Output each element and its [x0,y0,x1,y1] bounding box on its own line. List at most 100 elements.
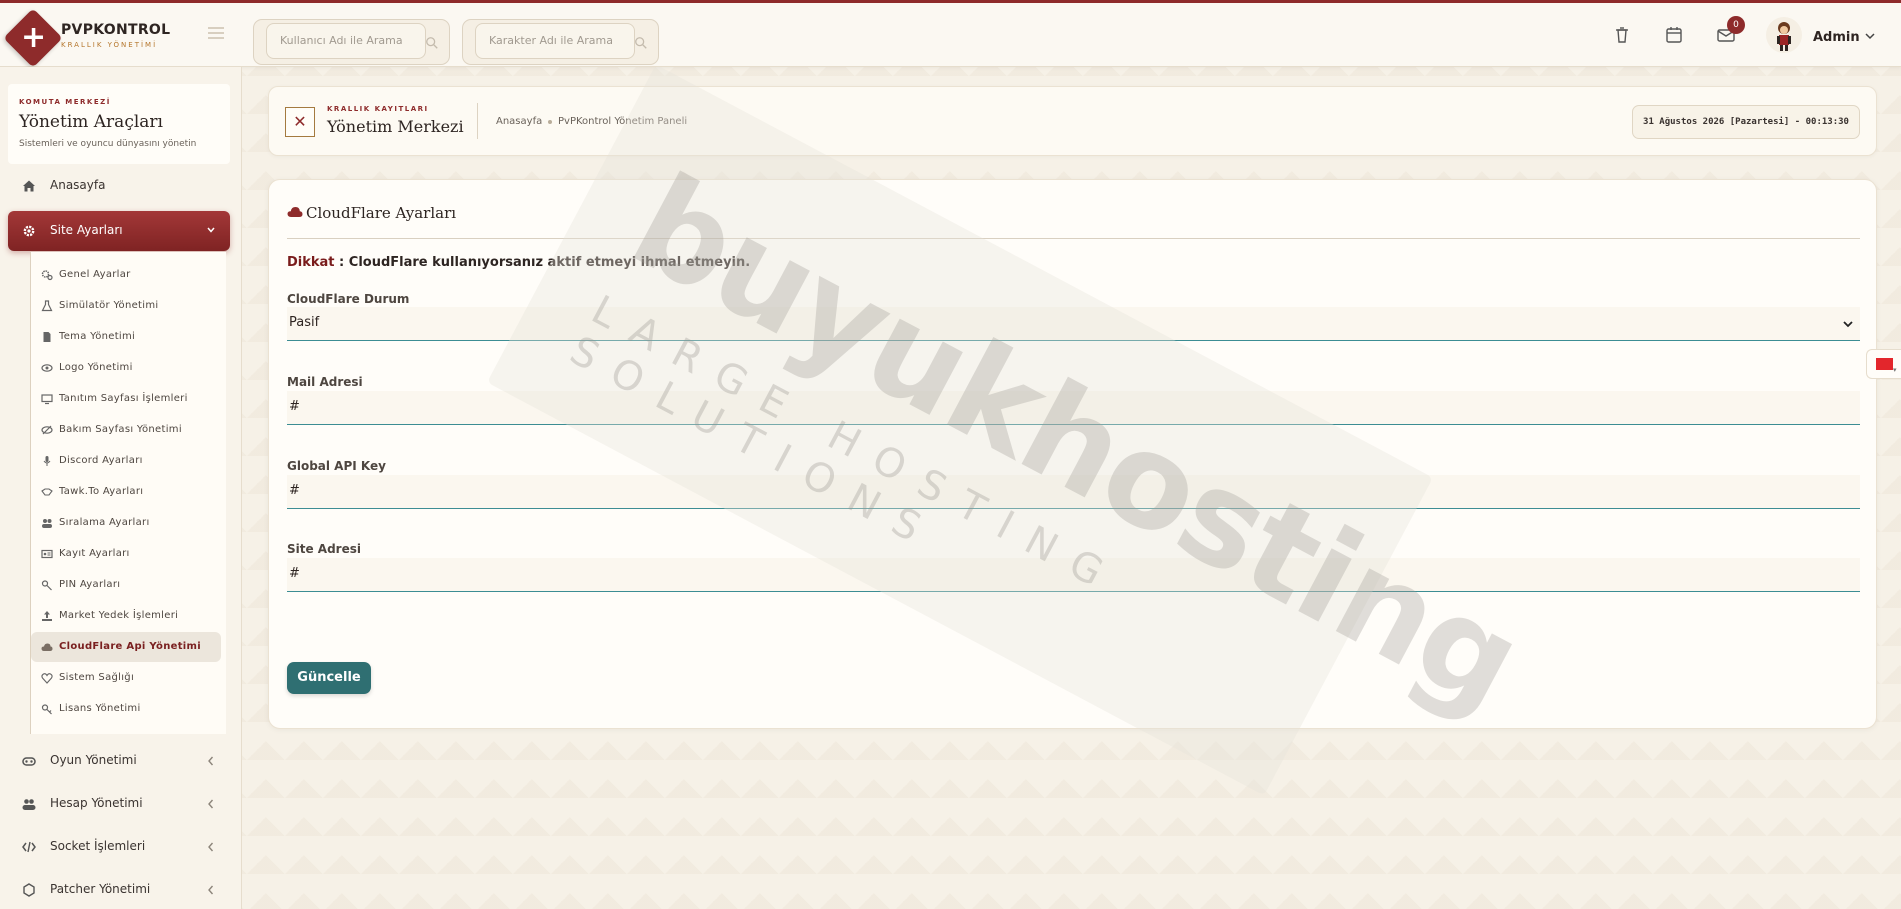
submenu-item-maintenance-page[interactable]: Bakım Sayfası Yönetimi [31,415,221,445]
submenu-label: Logo Yönetimi [59,362,133,373]
cloud-icon [41,643,53,651]
avatar[interactable] [1766,17,1802,53]
submenu-item-ranking[interactable]: Sıralama Ayarları [31,508,221,538]
submenu-item-registration[interactable]: Kayıt Ayarları [31,539,221,569]
sidebar-item-socket[interactable]: Socket İşlemleri [8,828,230,866]
handshake-icon [41,488,53,496]
chevron-left-icon [208,756,214,766]
language-switcher[interactable]: ▾ [1866,349,1901,379]
sidebar-item-label: Oyun Yönetimi [50,753,137,767]
notification-badge: 0 [1727,16,1745,34]
gamepad-icon [22,757,36,766]
global-api-key-input[interactable]: # [287,475,1860,509]
id-card-icon [41,549,53,559]
submenu-item-cloudflare[interactable]: CloudFlare Api Yönetimi [31,632,221,662]
license-key-icon [41,704,52,715]
page-title: Yönetim Merkezi [327,117,464,136]
chevron-down-icon[interactable] [1864,30,1876,42]
command-subtitle: Sistemleri ve oyuncu dünyasını yönetin [19,139,197,149]
cloud-icon [287,207,303,217]
sidebar-item-site-settings[interactable]: Site Ayarları [8,211,230,251]
site-address-input[interactable]: # [287,558,1860,592]
command-tag: KOMUTA MERKEZİ [19,98,111,106]
sidebar-item-home[interactable]: Anasayfa [8,167,230,205]
command-center-box: KOMUTA MERKEZİ Yönetim Araçları Sistemle… [8,84,230,164]
warning-lead: Dikkat [287,255,335,270]
top-bar: + PVPKONTROL KRALLIK YÖNETİMİ Kullanıcı … [0,0,1901,68]
header-tag: KRALLIK KAYITLARI [327,105,429,113]
global-api-key-label: Global API Key [287,459,386,473]
user-search-input[interactable]: Kullanıcı Adı ile Arama [266,23,426,59]
submenu-item-pin[interactable]: PIN Ayarları [31,570,221,600]
eye-icon [41,364,53,372]
submenu-label: Tema Yönetimi [59,331,136,342]
chevron-left-icon [208,799,214,809]
datetime-display: 31 Ağustos 2026 [Pazartesi] - 00:13:30 [1632,105,1860,139]
close-icon[interactable]: ✕ [285,107,315,137]
monitor-icon [41,394,53,405]
microphone-icon [43,456,51,466]
warning-message: Dikkat : CloudFlare kullanıyorsanız akti… [287,255,750,270]
brand-title: PVPKONTROL [61,22,171,38]
submenu-item-system-health[interactable]: Sistem Sağlığı [31,663,221,693]
menu-toggle-icon[interactable] [208,27,224,39]
chevron-left-icon [208,885,214,895]
submenu-item-general-settings[interactable]: Genel Ayarlar [31,260,221,290]
sidebar-item-game-management[interactable]: Oyun Yönetimi [8,742,230,780]
page-header-card: ✕ KRALLIK KAYITLARI Yönetim Merkezi Anas… [268,86,1877,156]
breadcrumb-current: PvPKontrol Yönetim Paneli [558,116,688,127]
submenu-item-intro-page[interactable]: Tanıtım Sayfası İşlemleri [31,384,221,414]
warning-text: : CloudFlare kullanıyorsanız aktif etmey… [334,255,751,270]
search-icon[interactable] [425,36,439,50]
sidebar-item-label: Patcher Yönetimi [50,882,151,896]
submenu-item-market-backup[interactable]: Market Yedek İşlemleri [31,601,221,631]
upload-icon [42,611,52,621]
brand-plus-icon: + [21,20,47,55]
home-icon [23,180,35,192]
submenu-label: Lisans Yönetimi [59,703,141,714]
patcher-icon [23,883,35,897]
submenu-label: CloudFlare Api Yönetimi [59,641,201,652]
trash-icon[interactable] [1612,25,1632,45]
cloudflare-status-value: Pasif [289,315,320,330]
key-icon [41,580,52,591]
submenu-item-theme[interactable]: Tema Yönetimi [31,322,221,352]
sidebar-item-label: Anasayfa [50,178,106,192]
submenu-item-discord[interactable]: Discord Ayarları [31,446,221,476]
turkey-flag-icon [1876,358,1893,370]
character-search-input[interactable]: Karakter Adı ile Arama [475,23,635,59]
search-icon[interactable] [634,36,648,50]
sidebar-item-label: Hesap Yönetimi [50,796,143,810]
submenu-item-license[interactable]: Lisans Yönetimi [31,694,221,724]
update-button[interactable]: Güncelle [287,662,371,694]
brand-logo[interactable]: + PVPKONTROL KRALLIK YÖNETİMİ [3,8,240,68]
chevron-down-icon [1843,321,1853,328]
chevron-down-icon: ▾ [1893,366,1897,374]
heartbeat-icon [41,673,53,684]
sidebar-item-label: Socket İşlemleri [50,839,146,853]
breadcrumb-separator [548,120,552,124]
submenu-item-tawkto[interactable]: Tawk.To Ayarları [31,477,221,507]
user-search-box: Kullanıcı Adı ile Arama [253,19,450,65]
submenu-label: Market Yedek İşlemleri [59,610,179,621]
sidebar-item-patcher[interactable]: Patcher Yönetimi [8,871,230,909]
users-icon [42,519,52,528]
eye-slash-icon [41,425,53,435]
breadcrumb-home[interactable]: Anasayfa [496,116,542,127]
header-divider [477,103,478,139]
admin-name[interactable]: Admin [1813,30,1860,45]
sidebar-item-account-management[interactable]: Hesap Yönetimi [8,785,230,823]
submenu-label: Kayıt Ayarları [59,548,130,559]
calendar-icon[interactable] [1664,25,1684,45]
cloudflare-settings-card: CloudFlare Ayarları Dikkat : CloudFlare … [268,179,1877,729]
gear-icon [23,225,35,237]
cloudflare-status-select[interactable]: Pasif [287,307,1860,341]
submenu-label: Tanıtım Sayfası İşlemleri [59,393,188,404]
submenu-item-simulator[interactable]: Simülatör Yönetimi [31,291,221,321]
avatar-character-icon [1777,22,1791,51]
submenu-item-logo[interactable]: Logo Yönetimi [31,353,221,383]
submenu-label: Simülatör Yönetimi [59,300,159,311]
mail-address-input[interactable]: # [287,391,1860,425]
submenu-label: Discord Ayarları [59,455,143,466]
chevron-left-icon [208,842,214,852]
